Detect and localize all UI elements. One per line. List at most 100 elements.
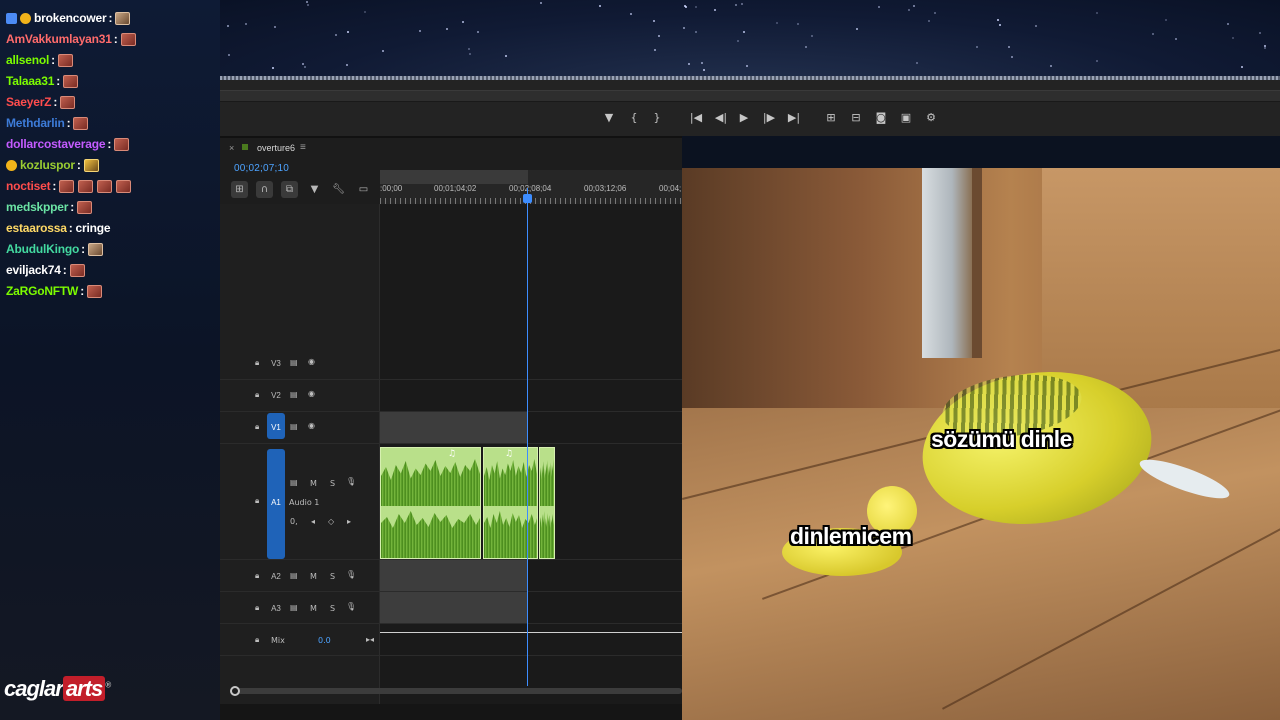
subtitle-2: dinlemicem: [790, 523, 912, 549]
chat-username[interactable]: SaeyerZ: [6, 95, 52, 109]
snap-icon[interactable]: ∩: [256, 181, 273, 198]
chat-message: medskpper:: [6, 197, 96, 217]
go-to-in-icon[interactable]: |◀: [687, 108, 705, 126]
monitor-scrub-bar[interactable]: [220, 90, 1280, 102]
program-monitor-controls: ▼ { } |◀ ◀| ▶ |▶ ▶| ⊞ ⊟ ◙ ▣ ⚙: [220, 80, 1280, 136]
linked-selection-icon[interactable]: ⧉: [281, 181, 298, 198]
chat-message: brokencower:: [6, 8, 134, 28]
nest-icon[interactable]: ⊞: [231, 181, 248, 198]
toggle-sync-icon[interactable]: ▤: [290, 358, 298, 367]
eye-icon[interactable]: ◉: [308, 389, 315, 398]
next-keyframe-icon[interactable]: ▸: [347, 517, 351, 526]
mute-button[interactable]: M: [310, 479, 317, 488]
chat-username[interactable]: eviljack74: [6, 263, 61, 277]
solo-button[interactable]: S: [330, 604, 335, 613]
chat-message: kozluspor:: [6, 155, 103, 175]
work-area-bar[interactable]: [380, 170, 528, 184]
track-label-a1: A1: [271, 498, 281, 507]
microphone-icon[interactable]: 🎙︎: [346, 602, 356, 611]
solo-button[interactable]: S: [330, 572, 335, 581]
mute-button[interactable]: M: [310, 572, 317, 581]
mix-volume-value[interactable]: 0.0: [318, 636, 331, 645]
lock-icon[interactable]: 🔒︎: [255, 635, 259, 645]
export-frame-icon[interactable]: ◙: [872, 108, 890, 126]
toggle-sync-icon[interactable]: ▤: [290, 478, 298, 487]
compare-view-icon[interactable]: ▣: [897, 108, 915, 126]
lock-icon[interactable]: 🔒︎: [255, 422, 259, 432]
mark-out-icon[interactable]: }: [648, 108, 666, 126]
prev-keyframe-icon[interactable]: ◂: [311, 517, 315, 526]
lock-icon[interactable]: 🔒︎: [255, 571, 259, 581]
eye-icon[interactable]: ◉: [308, 421, 315, 430]
audio-clip-3[interactable]: [539, 447, 555, 559]
playhead-timecode[interactable]: 00;02;07;10: [234, 163, 289, 174]
chat-text: cringe: [75, 221, 111, 235]
mark-in-icon[interactable]: {: [625, 108, 643, 126]
chat-username[interactable]: dollarcostaverage: [6, 137, 106, 151]
emote-icon: [87, 242, 103, 256]
audio-clip-2[interactable]: ♫: [483, 447, 538, 559]
track-row-a3: 🔒︎ A3 ▤ M S 🎙︎: [220, 592, 682, 624]
captions-icon[interactable]: ▭: [355, 181, 372, 198]
emote-icon: [120, 32, 136, 46]
step-back-icon[interactable]: ◀|: [712, 108, 730, 126]
audio-clip-1[interactable]: ♫: [380, 447, 481, 559]
chat-username[interactable]: ZaRGoNFTW: [6, 284, 78, 298]
volume-value[interactable]: 0,: [290, 517, 298, 526]
emote-icon: [73, 116, 89, 130]
chat-username[interactable]: medskpper: [6, 200, 68, 214]
playhead-handle[interactable]: [523, 194, 532, 203]
eye-icon[interactable]: ◉: [308, 357, 315, 366]
lock-icon[interactable]: 🔒︎: [255, 496, 259, 506]
toggle-sync-icon[interactable]: ▤: [290, 422, 298, 431]
go-to-out-icon[interactable]: ▶|: [785, 108, 803, 126]
chat-username[interactable]: AmVakkumlayan31: [6, 32, 112, 46]
chat-username[interactable]: kozluspor: [20, 158, 75, 172]
lift-icon[interactable]: ⊞: [822, 108, 840, 126]
timeline-horizontal-scrollbar[interactable]: [230, 688, 682, 694]
chat-message: allsenol:: [6, 50, 77, 70]
audio-clip-icon: ♫: [504, 449, 513, 459]
play-icon[interactable]: ▶: [735, 108, 753, 126]
close-tab-icon[interactable]: ×: [229, 143, 234, 153]
mix-jump-icon[interactable]: ▸◂: [366, 635, 374, 644]
toggle-sync-icon[interactable]: ▤: [290, 603, 298, 612]
add-marker-icon[interactable]: ▼: [600, 108, 618, 126]
ruler-label: 00;02;08;04: [509, 184, 552, 193]
toggle-sync-icon[interactable]: ▤: [290, 571, 298, 580]
extract-icon[interactable]: ⊟: [847, 108, 865, 126]
chat-username[interactable]: allsenol: [6, 53, 49, 67]
lock-icon[interactable]: 🔒︎: [255, 390, 259, 400]
settings-icon[interactable]: ⚙: [922, 108, 940, 126]
add-marker-tool-icon[interactable]: ▼: [306, 181, 323, 198]
emote-icon: [77, 200, 93, 214]
lock-icon[interactable]: 🔒︎: [255, 603, 259, 613]
ruler-label: 00;03;12;06: [584, 184, 627, 193]
solo-button[interactable]: S: [330, 479, 335, 488]
chat-username[interactable]: Methdarlin: [6, 116, 65, 130]
chat-username[interactable]: Talaaa31: [6, 74, 54, 88]
chat-username[interactable]: AbudulKingo: [6, 242, 79, 256]
video-door: [922, 168, 982, 358]
emote-icon: [59, 179, 75, 193]
step-forward-icon[interactable]: |▶: [760, 108, 778, 126]
microphone-icon[interactable]: 🎙︎: [346, 570, 356, 579]
microphone-icon[interactable]: 🎙︎: [346, 477, 356, 486]
ruler-label: :00;00: [380, 184, 403, 193]
mute-button[interactable]: M: [310, 604, 317, 613]
lock-icon[interactable]: 🔒︎: [255, 358, 259, 368]
chat-username[interactable]: estaarossa: [6, 221, 67, 235]
toggle-sync-icon[interactable]: ▤: [290, 390, 298, 399]
sequence-tab[interactable]: overture6: [257, 143, 295, 153]
zoom-handle[interactable]: [230, 686, 240, 696]
stream-chat: brokencower: AmVakkumlayan31: allsenol: Tal…: [0, 0, 220, 720]
playhead[interactable]: [527, 188, 528, 686]
wrench-icon[interactable]: 🔧︎: [330, 181, 347, 198]
panel-menu-icon[interactable]: ≡: [300, 142, 306, 153]
add-keyframe-icon[interactable]: ◇: [328, 517, 334, 526]
chat-username[interactable]: noctiset: [6, 179, 51, 193]
chat-username[interactable]: brokencower: [34, 11, 107, 25]
emote-icon: [115, 11, 131, 25]
chat-message: eviljack74:: [6, 260, 89, 280]
emote-icon: [78, 179, 94, 193]
